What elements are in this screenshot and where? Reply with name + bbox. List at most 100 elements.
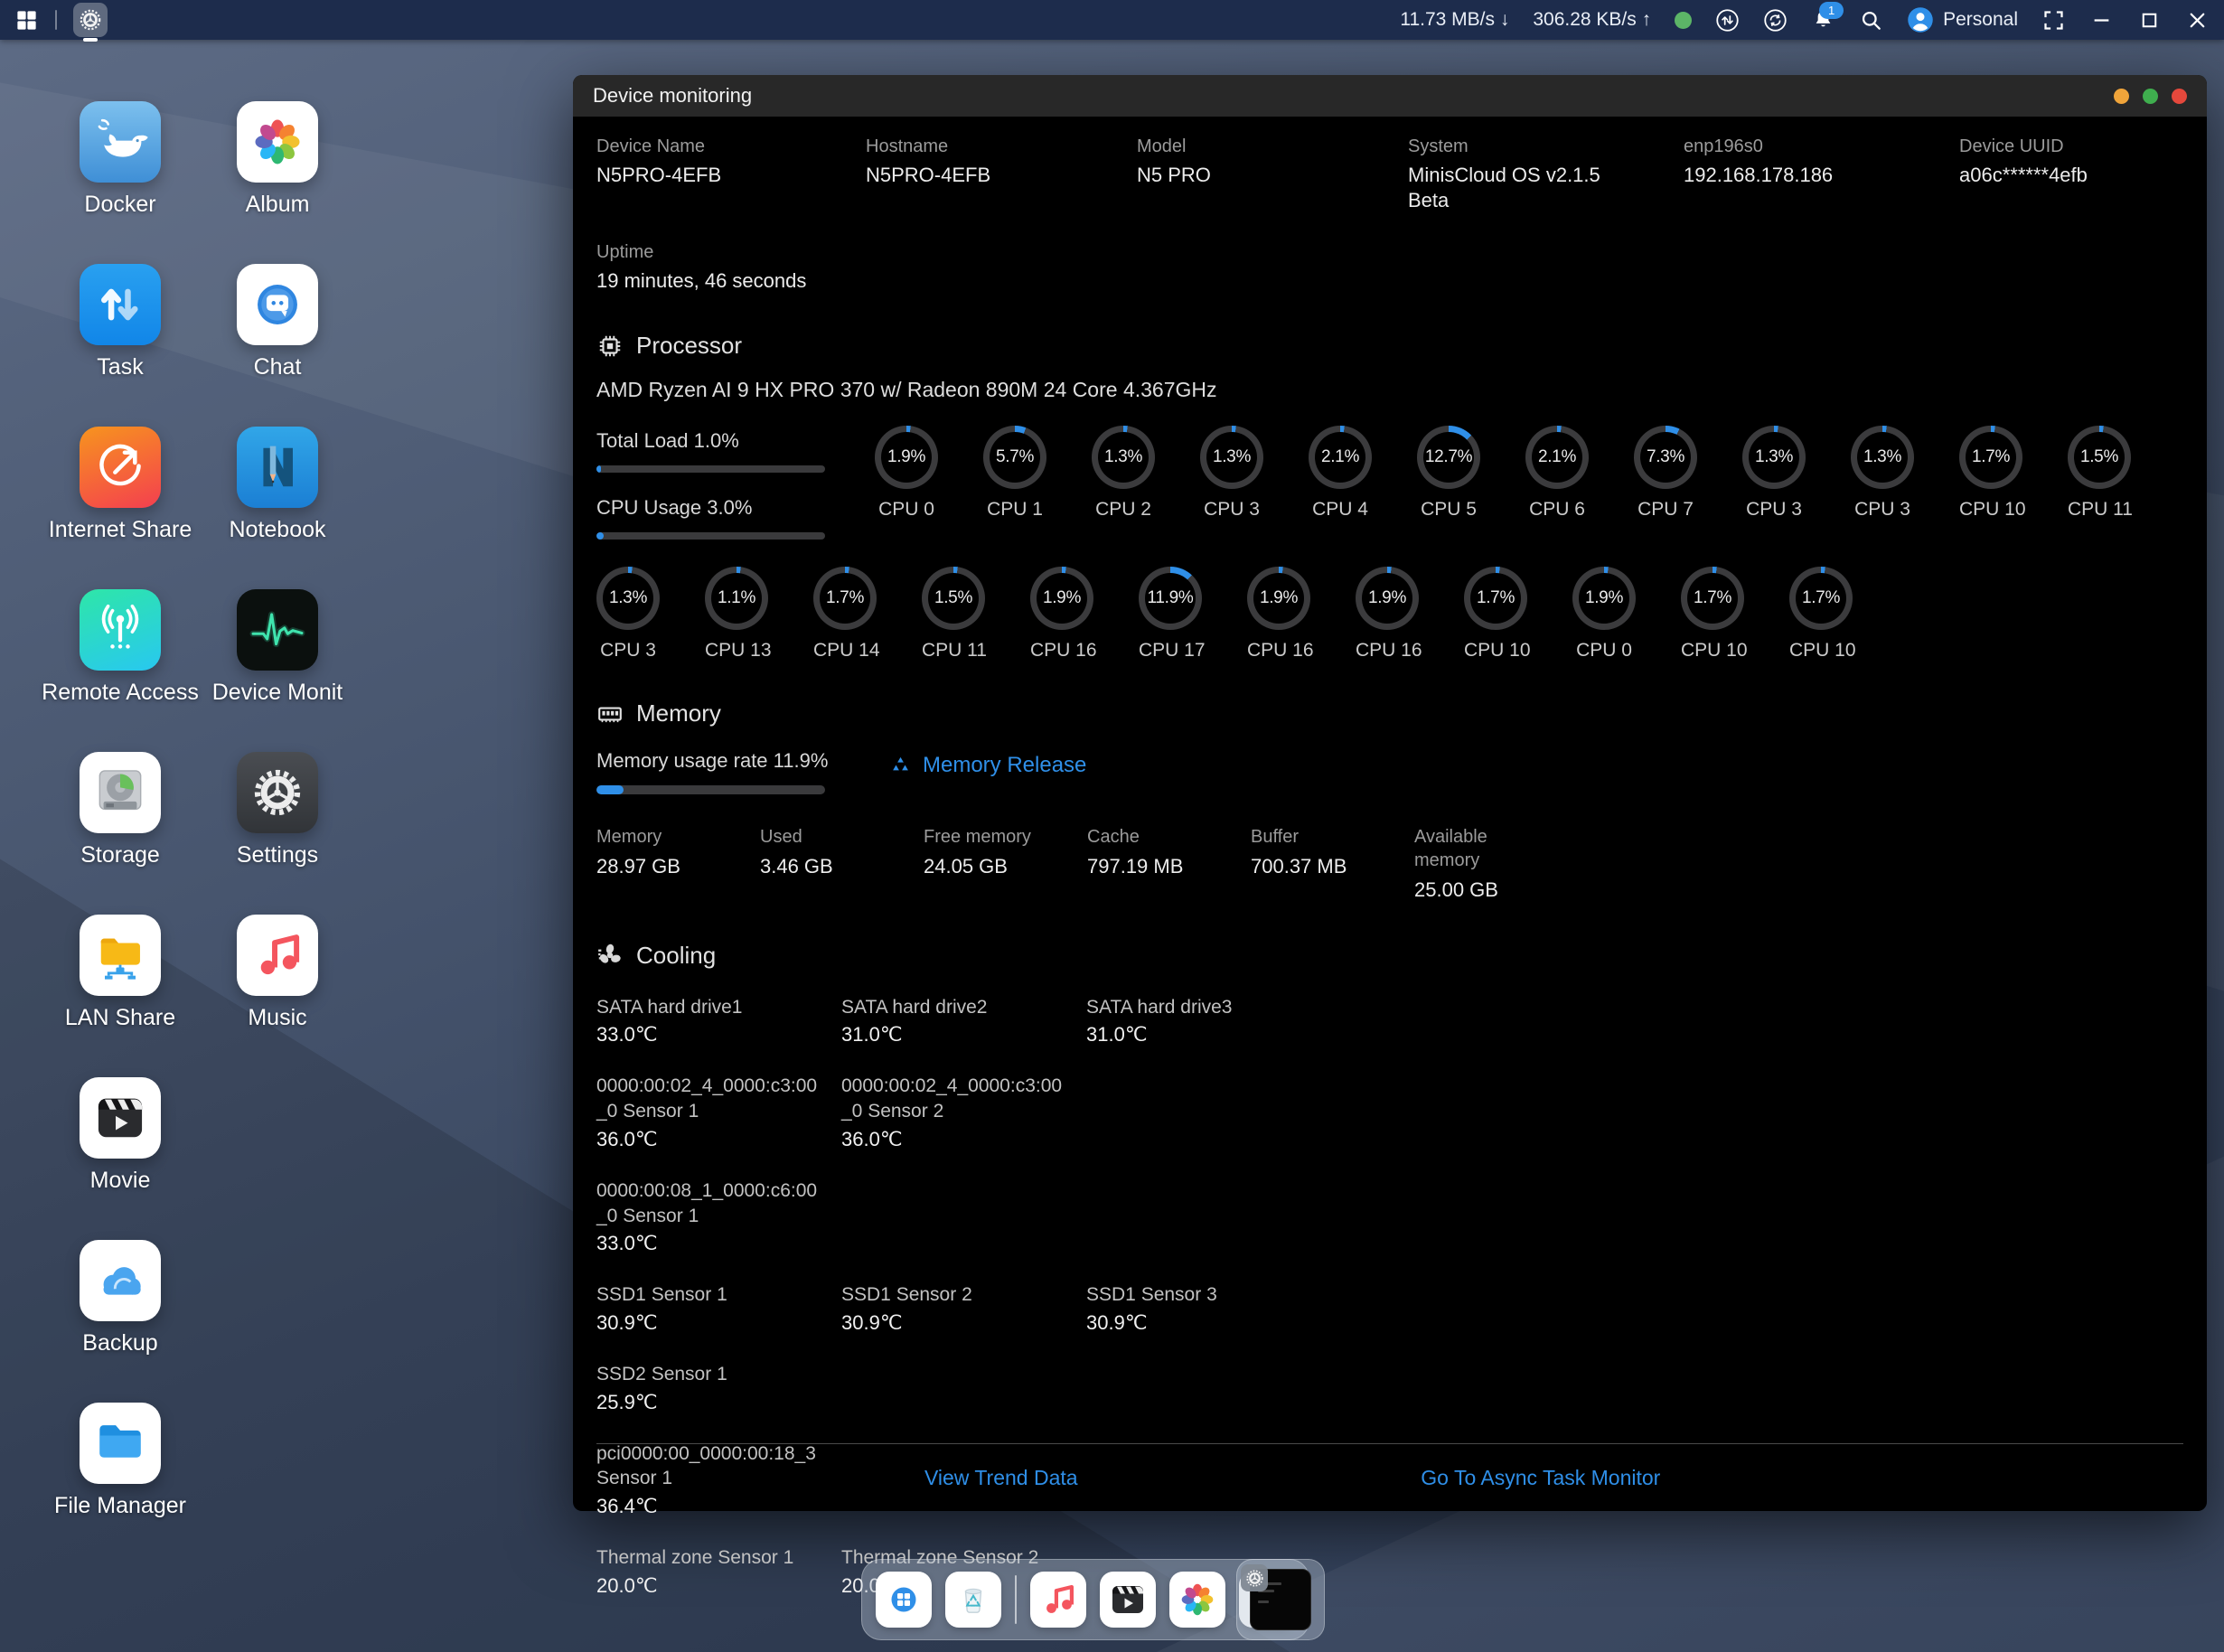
minimize-traffic-button[interactable]	[2114, 89, 2129, 104]
desktop-icon-notebook[interactable]: Notebook	[237, 427, 318, 543]
device-monitor-icon	[247, 599, 308, 661]
cpu-usage-percent: 2.1%	[1321, 447, 1359, 467]
uptime-label: Uptime	[596, 242, 2183, 263]
memory-release-button[interactable]: Memory Release	[888, 749, 1086, 778]
memory-usage-bar	[596, 785, 825, 794]
total-load-label: Total Load 1.0%	[596, 429, 875, 453]
desktop-icon-storage[interactable]: Storage	[80, 752, 161, 868]
status-dot-icon[interactable]	[1675, 12, 1692, 29]
dock-icon-album[interactable]	[1169, 1572, 1225, 1628]
lan-share-icon	[89, 925, 151, 986]
memory-stat-label: Used	[760, 825, 873, 849]
info-field-value: N5 PRO	[1137, 163, 1349, 188]
desktop-icon-settings[interactable]: Settings	[237, 752, 318, 868]
cpu-core-gauge: 2.1%CPU 6	[1525, 426, 1589, 540]
desktop-icon-label: Internet Share	[49, 517, 192, 543]
dock-icon-recycle-bin[interactable]	[945, 1572, 1001, 1628]
dock-icon-launcher[interactable]	[876, 1572, 932, 1628]
go-to-async-task-monitor-link[interactable]: Go To Async Task Monitor	[1421, 1466, 1660, 1490]
desktop-icon-remote-access[interactable]: Remote Access	[80, 589, 161, 706]
sensor-name: SATA hard drive2	[841, 995, 1065, 1020]
cpu-core-label: CPU 13	[705, 640, 768, 662]
uptime-block: Uptime 19 minutes, 46 seconds	[596, 242, 2183, 294]
sensor-name: SSD2 Sensor 1	[596, 1362, 820, 1387]
sensor-temperature: 36.0℃	[841, 1128, 1086, 1151]
cpu-core-label: CPU 4	[1309, 499, 1372, 521]
cpu-chip-icon	[596, 333, 624, 360]
notebook-icon	[247, 436, 308, 498]
info-field-label: Device UUID	[1959, 136, 2183, 157]
desktop-icon-label: Remote Access	[42, 680, 199, 706]
desktop-icon-label: Storage	[80, 842, 160, 868]
sync-icon[interactable]	[1763, 8, 1788, 33]
info-field: Device UUID a06c******4efb	[1959, 136, 2183, 213]
dock-icon-music[interactable]	[1030, 1572, 1086, 1628]
desktop-icon-column-right: Album Chat Notebook Device Monit Settings Mus…	[237, 101, 318, 1031]
running-app-device-monitor[interactable]	[73, 3, 108, 37]
memory-section-title: Memory	[636, 699, 721, 727]
cpu-usage-percent: 1.9%	[1368, 588, 1406, 608]
desktop-icon-docker[interactable]: Docker	[80, 101, 161, 218]
avatar	[1907, 6, 1934, 33]
desktop-icon-movie[interactable]: Movie	[80, 1077, 161, 1194]
search-icon[interactable]	[1859, 8, 1883, 33]
sensor-temperature: 30.9℃	[596, 1311, 841, 1335]
cpu-core-label: CPU 11	[922, 640, 985, 662]
desktop-icon-chat[interactable]: Chat	[237, 264, 318, 380]
cpu-core-gauge: 11.9%CPU 17	[1139, 567, 1202, 662]
maximize-traffic-button[interactable]	[2143, 89, 2158, 104]
view-trend-data-link[interactable]: View Trend Data	[924, 1466, 1078, 1490]
transfer-icon[interactable]	[1715, 8, 1740, 33]
desktop-icon-internet-share[interactable]: Internet Share	[80, 427, 161, 543]
desktop-icon-task[interactable]: Task	[80, 264, 161, 380]
memory-usage-label: Memory usage rate 11.9%	[596, 749, 888, 773]
desktop-icon-file-manager[interactable]: File Manager	[80, 1403, 161, 1519]
music-icon	[247, 925, 308, 986]
app-grid-icon[interactable]	[14, 8, 39, 33]
minimize-icon[interactable]	[2089, 8, 2114, 33]
chat-icon	[247, 274, 308, 335]
desktop-icon-music[interactable]: Music	[237, 915, 318, 1031]
cpu-core-label: CPU 16	[1030, 640, 1093, 662]
memory-stat: Cache797.19 MB	[1087, 825, 1251, 903]
desktop-icon-lan-share[interactable]: LAN Share	[80, 915, 161, 1031]
info-field-value: MinisCloud OS v2.1.5 Beta	[1408, 163, 1620, 213]
dock-divider	[1015, 1575, 1017, 1624]
user-menu[interactable]: Personal	[1907, 6, 2018, 33]
device-monitoring-window-thumbnail[interactable]	[1250, 1569, 1311, 1630]
cpu-core-label: CPU 6	[1525, 499, 1589, 521]
fullscreen-icon[interactable]	[2041, 8, 2066, 33]
dock-icon-movie[interactable]	[1100, 1572, 1156, 1628]
desktop-icon-backup[interactable]: Backup	[80, 1240, 161, 1356]
cooling-sensor: SATA hard drive133.0℃	[596, 995, 841, 1047]
cpu-core-gauge: 1.7%CPU 10	[1959, 426, 2022, 540]
window-titlebar[interactable]: Device monitoring	[573, 75, 2207, 117]
desktop-icon-album[interactable]: Album	[237, 101, 318, 218]
cpu-usage-percent: 1.3%	[1213, 447, 1251, 467]
cooling-sensor: SATA hard drive231.0℃	[841, 995, 1086, 1047]
download-arrow-icon: ↓	[1500, 9, 1510, 30]
cpu-core-label: CPU 10	[1789, 640, 1853, 662]
close-icon[interactable]	[2185, 8, 2210, 33]
notification-badge: 1	[1819, 2, 1844, 19]
cpu-core-row-2: 1.3%CPU 31.1%CPU 131.7%CPU 141.5%CPU 111…	[596, 567, 2183, 662]
info-field-label: System	[1408, 136, 1684, 157]
cpu-core-gauge: 2.1% CPU 4	[1309, 426, 1372, 540]
close-traffic-button[interactable]	[2172, 89, 2187, 104]
memory-release-label: Memory Release	[923, 753, 1086, 778]
desktop-icon-label: Device Monit	[212, 680, 343, 706]
cpu-usage-percent: 1.7%	[1802, 588, 1840, 608]
memory-stat: Used3.46 GB	[760, 825, 924, 903]
desktop-icon-label: Docker	[84, 192, 155, 218]
notifications-bell-icon[interactable]: 1	[1811, 8, 1835, 33]
album-icon	[1176, 1578, 1219, 1621]
cpu-usage-percent: 7.3%	[1647, 447, 1684, 467]
taskbar: 11.73 MB/s ↓ 306.28 KB/s ↑ 1 Personal	[0, 0, 2224, 40]
info-field-value: N5PRO-4EFB	[596, 163, 809, 188]
desktop-icon-device-monitor[interactable]: Device Monit	[237, 589, 318, 706]
info-field-value: a06c******4efb	[1959, 163, 2172, 188]
maximize-icon[interactable]	[2137, 8, 2162, 33]
cooling-sensor: 0000:00:02_4_0000:c3:00_0 Sensor 136.0℃	[596, 1074, 841, 1150]
cpu-core-gauge: 1.9%CPU 16	[1247, 567, 1310, 662]
cpu-usage-percent: 1.7%	[826, 588, 864, 608]
